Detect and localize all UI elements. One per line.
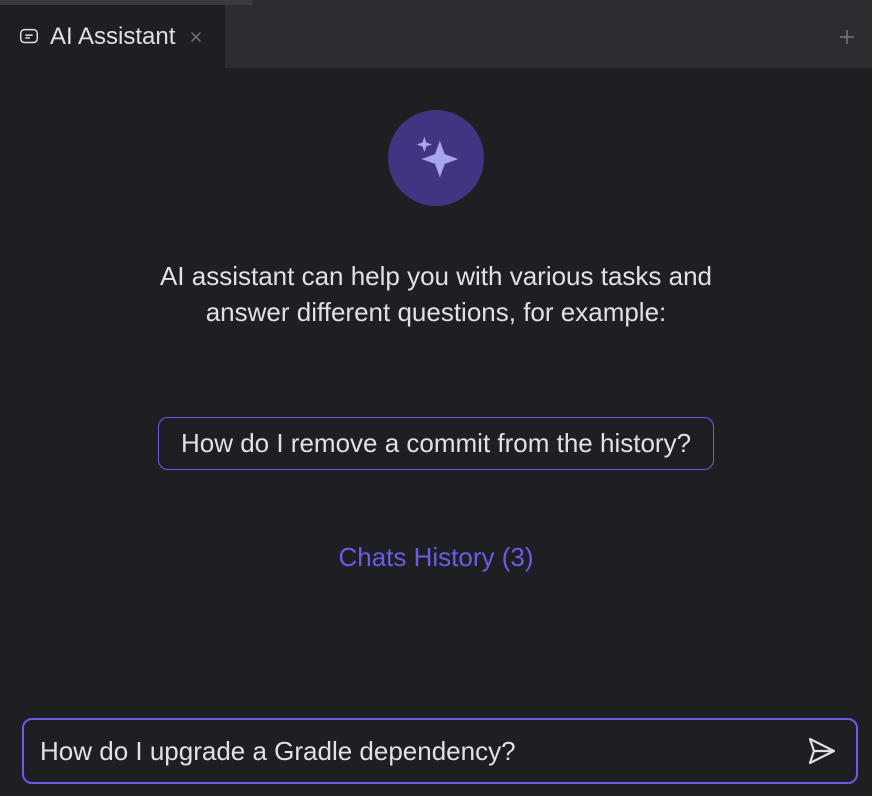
send-button[interactable] xyxy=(804,733,840,769)
intro-text: AI assistant can help you with various t… xyxy=(156,258,716,331)
tab-ai-assistant[interactable]: AI Assistant xyxy=(0,5,225,68)
chat-input-container xyxy=(22,718,858,784)
chat-icon xyxy=(18,26,40,48)
close-icon[interactable] xyxy=(185,26,207,48)
ai-sparkle-icon xyxy=(388,110,484,206)
chat-input[interactable] xyxy=(40,736,804,767)
chats-history-link[interactable]: Chats History (3) xyxy=(338,542,533,573)
tab-label: AI Assistant xyxy=(50,23,175,51)
example-prompt-button[interactable]: How do I remove a commit from the histor… xyxy=(158,417,714,470)
tab-bar: AI Assistant xyxy=(0,5,872,68)
add-tab-button[interactable] xyxy=(822,5,872,68)
main-content: AI assistant can help you with various t… xyxy=(0,68,872,573)
